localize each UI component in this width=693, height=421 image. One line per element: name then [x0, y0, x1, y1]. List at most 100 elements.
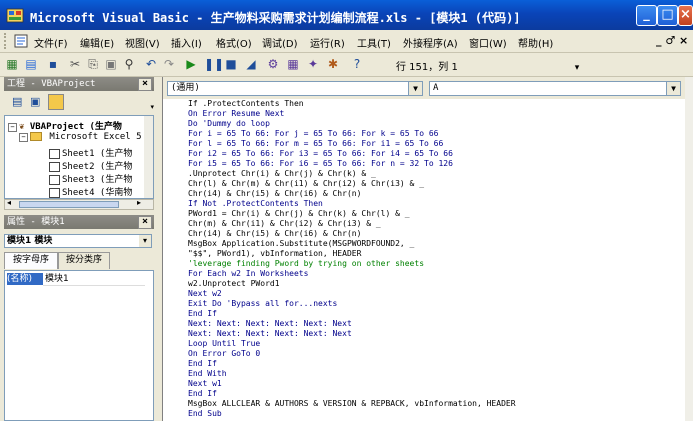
tree-node-sheet3[interactable]: Sheet3 (生产物 — [49, 172, 132, 185]
code-line[interactable]: Next w1 — [188, 379, 685, 389]
code-line[interactable]: 'leverage finding Pword by trying on oth… — [188, 259, 685, 269]
menu-grip[interactable] — [4, 33, 9, 49]
code-line[interactable]: On Error GoTo 0 — [188, 349, 685, 359]
menu-window[interactable]: 窗口(W) — [469, 35, 507, 50]
toolbox-icon[interactable]: ✱ — [326, 57, 340, 71]
copy-icon[interactable]: ⎘ — [86, 57, 100, 71]
code-line[interactable]: .Unprotect Chr(i) & Chr(j) & Chr(k) & _ — [188, 169, 685, 179]
code-line[interactable]: PWord1 = Chr(i) & Chr(j) & Chr(k) & Chr(… — [188, 209, 685, 219]
code-line[interactable]: MsgBox ALLCLEAR & AUTHORS & VERSION & RE… — [188, 399, 685, 409]
menu-debug[interactable]: 调试(D) — [262, 35, 298, 50]
code-line[interactable]: End If — [188, 359, 685, 369]
paste-icon[interactable]: ▣ — [104, 57, 118, 71]
menu-format[interactable]: 格式(O) — [216, 35, 252, 50]
code-line[interactable]: Next w2 — [188, 289, 685, 299]
code-line[interactable]: If Not .ProtectContents Then — [188, 199, 685, 209]
code-line[interactable]: For Each w2 In Worksheets — [188, 269, 685, 279]
object-browser-icon[interactable]: ✦ — [306, 57, 320, 71]
code-vertical-scrollbar[interactable] — [685, 77, 693, 421]
save-icon[interactable]: ▪ — [46, 57, 60, 71]
property-value[interactable]: 模块1 — [43, 273, 145, 286]
menu-addins[interactable]: 外接程序(A) — [403, 35, 458, 50]
design-mode-icon[interactable]: ◢ — [244, 57, 258, 71]
mdi-close-button[interactable]: × — [679, 34, 688, 47]
toolbar-options-icon[interactable]: ▾ — [570, 61, 584, 75]
code-line[interactable]: Next: Next: Next: Next: Next: Next — [188, 319, 685, 329]
view-excel-icon[interactable]: ▦ — [5, 57, 19, 71]
collapse-icon[interactable]: − — [8, 123, 17, 132]
procedure-combo[interactable]: A ▼ — [429, 81, 681, 96]
code-line[interactable]: Next: Next: Next: Next: Next: Next — [188, 329, 685, 339]
project-explorer-icon[interactable]: ⚙ — [266, 57, 280, 71]
code-line[interactable]: Chr(i4) & Chr(i5) & Chr(i6) & Chr(n) — [188, 189, 685, 199]
maximize-button[interactable]: □ — [657, 5, 678, 26]
menu-tools[interactable]: 工具(T) — [357, 35, 391, 50]
code-editor[interactable]: If .ProtectContents Then On Error Resume … — [188, 99, 685, 421]
redo-icon[interactable]: ↷ — [162, 57, 176, 71]
pane-scroll-icon[interactable]: ▾ — [150, 103, 154, 111]
tab-categorized[interactable]: 按分类序 — [58, 252, 110, 269]
menu-file[interactable]: 文件(F) — [34, 35, 68, 50]
tree-node-vbaproject[interactable]: − ❦ VBAProject (生产物 — [8, 119, 122, 132]
scroll-right-icon[interactable]: ▸ — [137, 198, 141, 207]
tree-node-sheet2[interactable]: Sheet2 (生产物 — [49, 159, 132, 172]
undo-icon[interactable]: ↶ — [144, 57, 158, 71]
toggle-folders-icon[interactable] — [48, 94, 64, 110]
code-line[interactable]: If .ProtectContents Then — [188, 99, 685, 109]
chevron-down-icon[interactable]: ▼ — [666, 82, 680, 95]
tree-horizontal-scrollbar[interactable]: ◂ ▸ — [4, 198, 154, 210]
minimize-button[interactable]: _ — [636, 5, 657, 26]
menu-view[interactable]: 视图(V) — [125, 35, 160, 50]
code-line[interactable]: "$$", PWord1), vbInformation, HEADER — [188, 249, 685, 259]
scroll-left-icon[interactable]: ◂ — [7, 198, 11, 207]
code-line[interactable]: w2.Unprotect PWord1 — [188, 279, 685, 289]
code-line[interactable]: Exit Do 'Bypass all for...nexts — [188, 299, 685, 309]
menu-help[interactable]: 帮助(H) — [518, 35, 553, 50]
code-line[interactable]: End With — [188, 369, 685, 379]
title-bar[interactable]: Microsoft Visual Basic - 生产物料采购需求计划编制流程.… — [0, 0, 693, 30]
properties-window-icon[interactable]: ▦ — [286, 57, 300, 71]
mdi-minimize-button[interactable]: _ ♂ — [656, 34, 675, 47]
object-select[interactable]: 模块1 模块 ▾ — [4, 234, 152, 248]
code-line[interactable]: Chr(l) & Chr(m) & Chr(i1) & Chr(i2) & Ch… — [188, 179, 685, 189]
code-line[interactable]: On Error Resume Next — [188, 109, 685, 119]
code-line[interactable]: Do 'Dummy do loop — [188, 119, 685, 129]
code-line[interactable]: For i = 65 To 66: For j = 65 To 66: For … — [188, 129, 685, 139]
tree-node-sheet1[interactable]: Sheet1 (生产物 — [49, 146, 132, 159]
chevron-down-icon[interactable]: ▾ — [139, 235, 151, 247]
code-line[interactable]: For i5 = 65 To 66: For i6 = 65 To 66: Fo… — [188, 159, 685, 169]
help-icon[interactable]: ? — [350, 57, 364, 71]
code-line[interactable]: MsgBox Application.Substitute(MSGPWORDFO… — [188, 239, 685, 249]
cut-icon[interactable]: ✂ — [68, 57, 82, 71]
properties-pane-close-button[interactable]: × — [138, 216, 152, 229]
tree-vertical-scrollbar[interactable] — [144, 116, 153, 198]
property-name[interactable]: (名称) — [7, 273, 43, 285]
collapse-icon[interactable]: − — [19, 133, 28, 142]
code-line[interactable]: End If — [188, 309, 685, 319]
break-icon[interactable]: ❚❚ — [204, 57, 224, 71]
object-combo[interactable]: (通用) ▼ — [167, 81, 423, 96]
menu-edit[interactable]: 编辑(E) — [80, 35, 114, 50]
menu-insert[interactable]: 插入(I) — [171, 35, 202, 50]
code-line[interactable]: End Sub — [188, 409, 685, 419]
code-line[interactable]: End If — [188, 389, 685, 399]
code-line[interactable]: Chr(i4) & Chr(i5) & Chr(i6) & Chr(n) — [188, 229, 685, 239]
code-line[interactable]: Loop Until True — [188, 339, 685, 349]
menu-run[interactable]: 运行(R) — [310, 35, 345, 50]
reset-icon[interactable]: ■ — [224, 57, 238, 71]
code-line[interactable]: For l = 65 To 66: For m = 65 To 66: For … — [188, 139, 685, 149]
find-icon[interactable]: ⚲ — [122, 57, 136, 71]
tree-node-sheet4[interactable]: Sheet4 (华南物 — [49, 185, 132, 198]
insert-module-icon[interactable]: ▤ — [24, 57, 38, 71]
run-icon[interactable]: ▶ — [184, 57, 198, 71]
chevron-down-icon[interactable]: ▼ — [408, 82, 422, 95]
code-line[interactable]: Chr(m) & Chr(i1) & Chr(i2) & Chr(i3) & _ — [188, 219, 685, 229]
view-object-icon[interactable]: ▣ — [30, 95, 40, 108]
tree-node-excel-objects[interactable]: − Microsoft Excel 5 — [19, 132, 142, 142]
project-pane-close-button[interactable]: × — [138, 78, 152, 91]
code-line[interactable]: For i2 = 65 To 66: For i3 = 65 To 66: Fo… — [188, 149, 685, 159]
tab-alphabetic[interactable]: 按字母序 — [4, 252, 58, 269]
close-button[interactable]: × — [678, 5, 693, 26]
view-code-icon[interactable]: ▤ — [12, 95, 22, 108]
scroll-thumb[interactable] — [19, 201, 119, 208]
